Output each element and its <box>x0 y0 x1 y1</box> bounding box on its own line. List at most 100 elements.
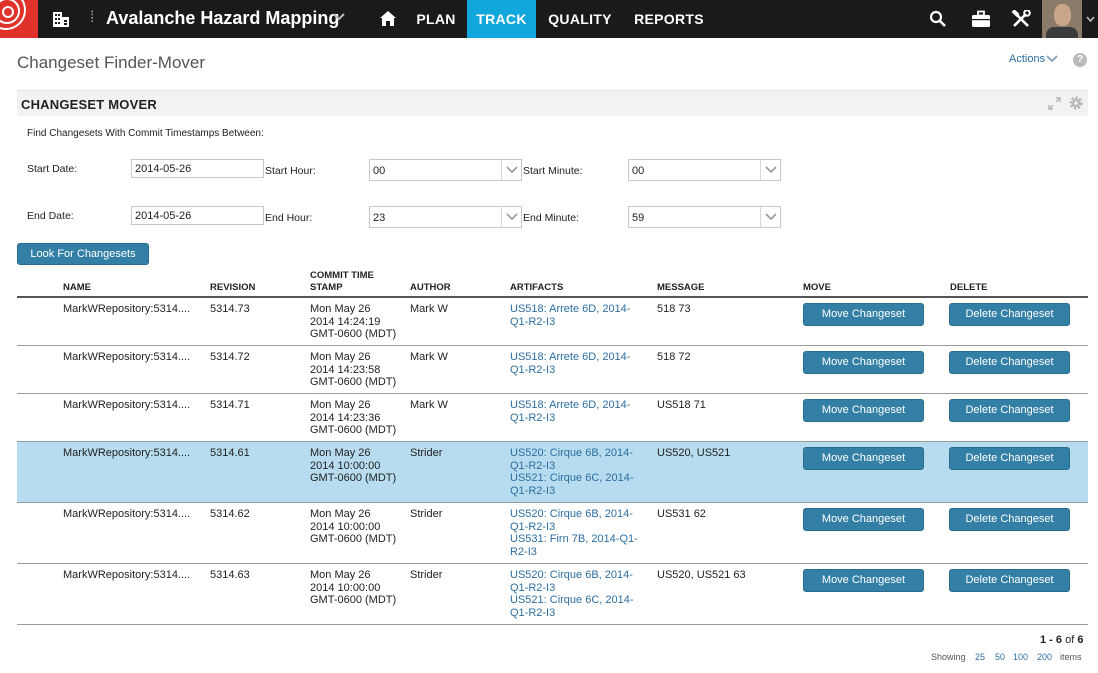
chevron-down-icon[interactable] <box>1086 16 1095 23</box>
commit-timestamp: Mon May 26 2014 14:24:19 GMT-0600 (MDT) <box>310 303 396 341</box>
drag-handle-icon[interactable]: ⁞ <box>90 9 94 27</box>
timestamp-line: GMT-0600 (MDT) <box>310 594 397 606</box>
pager-of-label: of <box>1065 634 1075 646</box>
move-changeset-button[interactable]: Move Changeset <box>803 351 924 374</box>
building-icon[interactable] <box>52 10 70 28</box>
delete-changeset-button[interactable]: Delete Changeset <box>949 508 1070 531</box>
column-header-commit-line2: STAMP <box>310 282 343 293</box>
commit-timestamp: Mon May 26 2014 10:00:00 GMT-0600 (MDT) <box>310 569 396 607</box>
expand-icon[interactable] <box>1048 97 1061 110</box>
artifact-link[interactable]: Q1-R2-I3 <box>510 460 634 473</box>
changeset-author: Strider <box>410 508 443 520</box>
move-changeset-button[interactable]: Move Changeset <box>803 508 924 531</box>
delete-changeset-button[interactable]: Delete Changeset <box>949 303 1070 326</box>
gear-icon[interactable] <box>1068 95 1084 111</box>
chevron-down-icon[interactable] <box>333 12 345 22</box>
delete-changeset-button[interactable]: Delete Changeset <box>949 569 1070 592</box>
table-row[interactable]: MarkWRepository:5314.... 5314.63 Mon May 2… <box>17 564 1088 625</box>
changeset-name: MarkWRepository:5314.... <box>63 447 191 459</box>
panel-header: CHANGESET MOVER <box>17 90 1088 116</box>
page-title: Changeset Finder-Mover <box>17 53 206 72</box>
table-row[interactable]: MarkWRepository:5314.... 5314.72 Mon May 2… <box>17 346 1088 394</box>
tools-icon[interactable] <box>1011 10 1031 28</box>
table-row[interactable]: MarkWRepository:5314.... 5314.71 Mon May 2… <box>17 394 1088 442</box>
chevron-down-icon[interactable] <box>760 207 780 227</box>
artifacts-cell: US520: Cirque 6B, 2014- Q1-R2-I3 US521: Ci… <box>510 447 634 497</box>
changeset-revision: 5314.62 <box>210 508 250 520</box>
delete-changeset-button[interactable]: Delete Changeset <box>949 399 1070 422</box>
help-icon[interactable]: ? <box>1073 53 1087 67</box>
artifact-link[interactable]: Q1-R2-I3 <box>510 485 634 498</box>
table-row[interactable]: MarkWRepository:5314.... 5314.73 Mon May 2… <box>17 298 1088 346</box>
search-icon[interactable] <box>929 10 947 28</box>
avatar-head <box>1054 4 1071 26</box>
start-date-label: Start Date: <box>27 163 78 175</box>
changeset-message: US518 71 <box>657 399 706 411</box>
chevron-down-icon[interactable] <box>501 160 521 180</box>
changeset-author: Mark W <box>410 303 448 315</box>
artifact-link[interactable]: US518: Arrete 6D, 2014- <box>510 303 630 316</box>
timestamp-line: Mon May 26 <box>310 447 371 459</box>
commit-timestamp: Mon May 26 2014 14:23:36 GMT-0600 (MDT) <box>310 399 396 437</box>
changeset-name: MarkWRepository:5314.... <box>63 399 191 411</box>
changeset-author: Strider <box>410 447 443 459</box>
artifact-link[interactable]: US520: Cirque 6B, 2014- <box>510 447 634 460</box>
move-changeset-button[interactable]: Move Changeset <box>803 303 924 326</box>
tab-reports[interactable]: REPORTS <box>624 0 714 38</box>
artifact-link[interactable]: US521: Cirque 6C, 2014- <box>510 472 634 485</box>
move-changeset-button[interactable]: Move Changeset <box>803 399 924 422</box>
panel-title: CHANGESET MOVER <box>21 97 157 112</box>
move-changeset-button[interactable]: Move Changeset <box>803 447 924 470</box>
artifact-link[interactable]: Q1-R2-I3 <box>510 316 630 329</box>
artifact-link[interactable]: Q1-R2-I3 <box>510 521 638 534</box>
briefcase-icon[interactable] <box>971 10 991 28</box>
home-icon[interactable] <box>379 10 397 27</box>
artifact-link[interactable]: US520: Cirque 6B, 2014- <box>510 569 634 582</box>
tab-quality[interactable]: QUALITY <box>537 0 623 38</box>
artifact-link[interactable]: Q1-R2-I3 <box>510 412 630 425</box>
page-size-100[interactable]: 100 <box>1013 652 1028 662</box>
timestamp-line: GMT-0600 (MDT) <box>310 472 397 484</box>
start-hour-select[interactable]: 00 <box>369 159 522 181</box>
chevron-down-icon[interactable] <box>1046 55 1058 63</box>
page-size-50[interactable]: 50 <box>995 652 1005 662</box>
table-row[interactable]: MarkWRepository:5314.... 5314.61 Mon May 2… <box>17 442 1088 503</box>
artifact-link[interactable]: Q1-R2-I3 <box>510 607 634 620</box>
tab-track[interactable]: TRACK <box>467 0 536 38</box>
logo-ring <box>2 6 14 18</box>
end-hour-select[interactable]: 23 <box>369 206 522 228</box>
timestamp-line: GMT-0600 (MDT) <box>310 328 397 340</box>
artifact-link[interactable]: Q1-R2-I3 <box>510 582 634 595</box>
end-hour-label: End Hour: <box>265 212 313 224</box>
project-title[interactable]: Avalanche Hazard Mapping <box>106 8 339 29</box>
tab-plan[interactable]: PLAN <box>406 0 466 38</box>
page-size-200[interactable]: 200 <box>1037 652 1052 662</box>
artifact-link[interactable]: US531: Firn 7B, 2014-Q1- <box>510 533 638 546</box>
start-date-field[interactable] <box>131 159 264 178</box>
end-minute-select[interactable]: 59 <box>628 206 781 228</box>
artifact-link[interactable]: US521: Cirque 6C, 2014- <box>510 594 634 607</box>
artifact-link[interactable]: R2-I3 <box>510 546 638 559</box>
look-for-changesets-button[interactable]: Look For Changesets <box>17 243 149 265</box>
timestamp-line: Mon May 26 <box>310 399 371 411</box>
pager-range: 1 - 6 <box>1040 634 1063 646</box>
table-row[interactable]: MarkWRepository:5314.... 5314.62 Mon May 2… <box>17 503 1088 564</box>
pager-total: 6 <box>1077 634 1084 646</box>
page-size-25[interactable]: 25 <box>975 652 985 662</box>
chevron-down-icon[interactable] <box>501 207 521 227</box>
artifact-link[interactable]: US518: Arrete 6D, 2014- <box>510 351 630 364</box>
chevron-down-icon[interactable] <box>760 160 780 180</box>
actions-menu[interactable]: Actions <box>1009 53 1045 65</box>
artifact-link[interactable]: US518: Arrete 6D, 2014- <box>510 399 630 412</box>
move-changeset-button[interactable]: Move Changeset <box>803 569 924 592</box>
delete-changeset-button[interactable]: Delete Changeset <box>949 351 1070 374</box>
end-date-field[interactable] <box>131 206 264 225</box>
delete-changeset-button[interactable]: Delete Changeset <box>949 447 1070 470</box>
artifact-link[interactable]: Q1-R2-I3 <box>510 364 630 377</box>
avatar[interactable] <box>1042 0 1082 38</box>
commit-timestamp: Mon May 26 2014 10:00:00 GMT-0600 (MDT) <box>310 508 396 546</box>
column-header-artifacts: ARTIFACTS <box>510 282 564 293</box>
start-minute-select[interactable]: 00 <box>628 159 781 181</box>
logo[interactable] <box>0 0 38 38</box>
artifact-link[interactable]: US520: Cirque 6B, 2014- <box>510 508 638 521</box>
